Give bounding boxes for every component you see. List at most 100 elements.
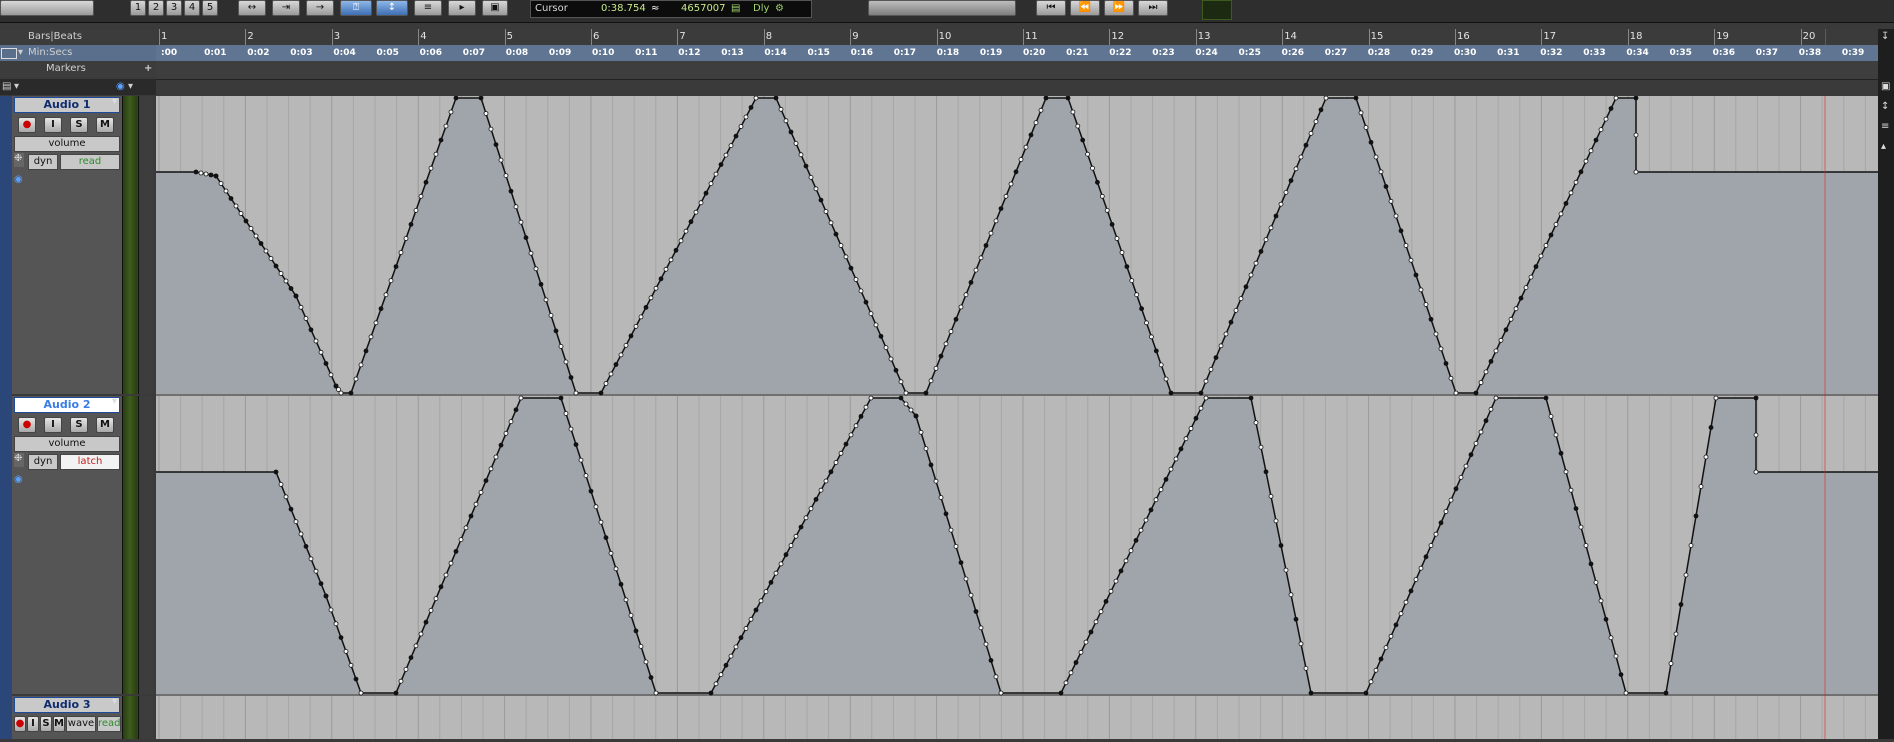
breakpoint[interactable] <box>963 576 969 582</box>
breakpoint[interactable] <box>1463 463 1469 469</box>
breakpoint[interactable] <box>828 220 834 226</box>
breakpoint[interactable] <box>903 390 909 396</box>
breakpoint[interactable] <box>1108 588 1114 594</box>
breakpoint[interactable] <box>773 95 779 101</box>
breakpoint[interactable] <box>1478 429 1484 435</box>
breakpoint[interactable] <box>1253 260 1259 266</box>
breakpoint[interactable] <box>1123 558 1129 564</box>
breakpoint[interactable] <box>1238 296 1244 302</box>
breakpoint[interactable] <box>1313 119 1319 125</box>
breakpoint[interactable] <box>1298 641 1304 647</box>
breakpoint[interactable] <box>713 681 719 687</box>
breakpoint[interactable] <box>543 297 549 303</box>
breakpoint[interactable] <box>313 338 319 344</box>
breakpoint[interactable] <box>273 263 279 269</box>
breakpoint[interactable] <box>1498 337 1504 343</box>
track-list-icon[interactable]: ▤ <box>2 79 11 95</box>
breakpoint[interactable] <box>478 95 484 101</box>
chevron-down-icon[interactable]: ▾ <box>128 79 133 95</box>
automation-lane-icon[interactable]: ◉ <box>14 174 23 185</box>
breakpoint[interactable] <box>1139 306 1144 312</box>
breakpoint[interactable] <box>843 441 849 447</box>
track-name[interactable]: Audio 1 <box>14 97 120 113</box>
breakpoint[interactable] <box>1149 334 1154 340</box>
breakpoint[interactable] <box>423 619 429 625</box>
chevron-down-icon[interactable]: ▾ <box>112 96 117 107</box>
breakpoint[interactable] <box>283 278 289 284</box>
breakpoint[interactable] <box>423 179 429 185</box>
mute-button[interactable]: M <box>53 716 65 732</box>
breakpoint[interactable] <box>1253 420 1259 426</box>
breakpoint[interactable] <box>948 329 954 334</box>
input-monitor-button[interactable]: I <box>27 716 39 732</box>
breakpoint[interactable] <box>728 653 734 659</box>
breakpoint[interactable] <box>438 137 444 143</box>
breakpoint[interactable] <box>1443 361 1449 366</box>
breakpoint[interactable] <box>1273 518 1279 524</box>
breakpoint[interactable] <box>1168 466 1174 472</box>
zoom-preset-2[interactable]: 2 <box>148 0 164 16</box>
breakpoint[interactable] <box>1268 493 1274 499</box>
breakpoint[interactable] <box>258 241 264 246</box>
breakpoint[interactable] <box>1113 578 1119 584</box>
breakpoint[interactable] <box>558 395 564 401</box>
breakpoint[interactable] <box>1114 236 1120 241</box>
breakpoint[interactable] <box>203 171 209 177</box>
breakpoint[interactable] <box>563 411 569 416</box>
breakpoint[interactable] <box>653 285 659 291</box>
breakpoint[interactable] <box>1058 690 1064 696</box>
breakpoint[interactable] <box>1623 690 1629 696</box>
breakpoint[interactable] <box>1568 190 1574 196</box>
breakpoint[interactable] <box>658 276 664 282</box>
breakpoint[interactable] <box>298 304 304 310</box>
breakpoint[interactable] <box>663 266 669 272</box>
breakpoint[interactable] <box>1088 629 1094 635</box>
breakpoint[interactable] <box>1408 257 1414 263</box>
fast-forward-button[interactable]: ⏩ <box>1104 0 1134 16</box>
breakpoint[interactable] <box>753 95 759 101</box>
zoom-preset-3[interactable]: 3 <box>166 0 182 16</box>
breakpoint[interactable] <box>843 254 849 260</box>
breakpoint[interactable] <box>1198 390 1204 396</box>
breakpoint[interactable] <box>278 481 284 487</box>
breakpoint[interactable] <box>523 235 529 241</box>
breakpoint[interactable] <box>503 173 509 178</box>
breakpoint[interactable] <box>1323 95 1329 101</box>
breakpoint[interactable] <box>643 304 649 310</box>
breakpoint[interactable] <box>1258 444 1264 450</box>
breakpoint[interactable] <box>1358 110 1364 116</box>
breakpoint[interactable] <box>1548 232 1554 238</box>
breakpoint[interactable] <box>338 635 344 640</box>
breakpoint[interactable] <box>488 466 494 472</box>
breakpoint[interactable] <box>928 462 934 468</box>
breakpoint[interactable] <box>903 401 909 407</box>
breakpoint[interactable] <box>1363 125 1369 130</box>
breakpoint[interactable] <box>1673 631 1679 637</box>
breakpoint[interactable] <box>823 478 829 484</box>
breakpoint[interactable] <box>1713 395 1719 401</box>
zoom-in-icon[interactable]: ▣ <box>1881 81 1890 92</box>
breakpoint[interactable] <box>1468 452 1474 458</box>
breakpoint[interactable] <box>1095 179 1100 185</box>
breakpoint[interactable] <box>1398 611 1404 616</box>
breakpoint[interactable] <box>723 152 729 158</box>
breakpoint[interactable] <box>743 114 749 120</box>
breakpoint[interactable] <box>313 568 319 574</box>
breakpoint[interactable] <box>813 496 819 502</box>
breakpoint[interactable] <box>1163 476 1169 482</box>
breakpoint[interactable] <box>1393 622 1399 628</box>
breakpoint[interactable] <box>673 247 679 253</box>
breakpoint[interactable] <box>483 111 489 116</box>
breakpoint[interactable] <box>453 95 459 101</box>
breakpoint[interactable] <box>593 504 599 510</box>
chevron-down-icon[interactable]: ▾ <box>112 696 117 707</box>
breakpoint[interactable] <box>653 690 659 696</box>
breakpoint[interactable] <box>803 163 809 169</box>
breakpoint[interactable] <box>1553 221 1559 227</box>
breakpoint[interactable] <box>1678 602 1684 607</box>
breakpoint[interactable] <box>228 196 234 201</box>
breakpoint[interactable] <box>1573 179 1579 185</box>
scroll-top-icon[interactable]: ↧ <box>1881 31 1889 42</box>
breakpoint[interactable] <box>1443 509 1449 514</box>
breakpoint[interactable] <box>358 362 364 368</box>
